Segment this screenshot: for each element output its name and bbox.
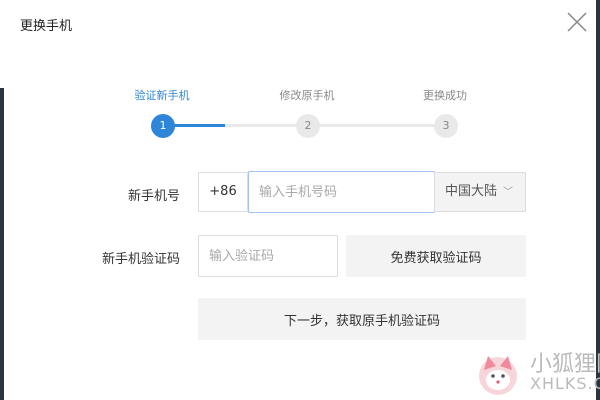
background-edge-right <box>596 0 600 400</box>
close-icon[interactable] <box>565 10 589 34</box>
step-progress-line <box>167 124 225 127</box>
chevron-down-icon: ﹀ <box>503 187 514 198</box>
region-select[interactable]: 中国大陆 ﹀ <box>434 172 526 212</box>
step-label-verify-new: 验证新手机 <box>134 89 190 102</box>
step-label-success: 更换成功 <box>423 89 467 102</box>
step-label-modify-old: 修改原手机 <box>279 89 335 102</box>
step-circle-2: 2 <box>296 114 320 138</box>
watermark: 小狐狸网 XHLKS.CN <box>476 352 600 400</box>
step-circle-3: 3 <box>434 114 458 138</box>
country-code: +86 <box>198 172 248 212</box>
change-phone-dialog: 更换手机 验证新手机 1 修改原手机 2 更换成功 3 新手机号 +86 中国大… <box>4 0 600 400</box>
get-code-button[interactable]: 免费获取验证码 <box>346 235 526 277</box>
step-circle-1: 1 <box>151 114 175 138</box>
new-phone-label: 新手机号 <box>127 189 180 204</box>
verification-code-input[interactable] <box>198 235 338 277</box>
next-step-button[interactable]: 下一步，获取原手机验证码 <box>198 298 526 340</box>
new-phone-code-label: 新手机验证码 <box>101 252 180 267</box>
new-phone-input[interactable] <box>248 171 435 213</box>
region-value: 中国大陆 <box>445 184 498 199</box>
step-track-line <box>310 124 448 127</box>
watermark-subtitle: XHLKS.CN <box>530 374 600 393</box>
fox-logo-icon <box>479 356 517 395</box>
dialog-title: 更换手机 <box>20 19 73 34</box>
